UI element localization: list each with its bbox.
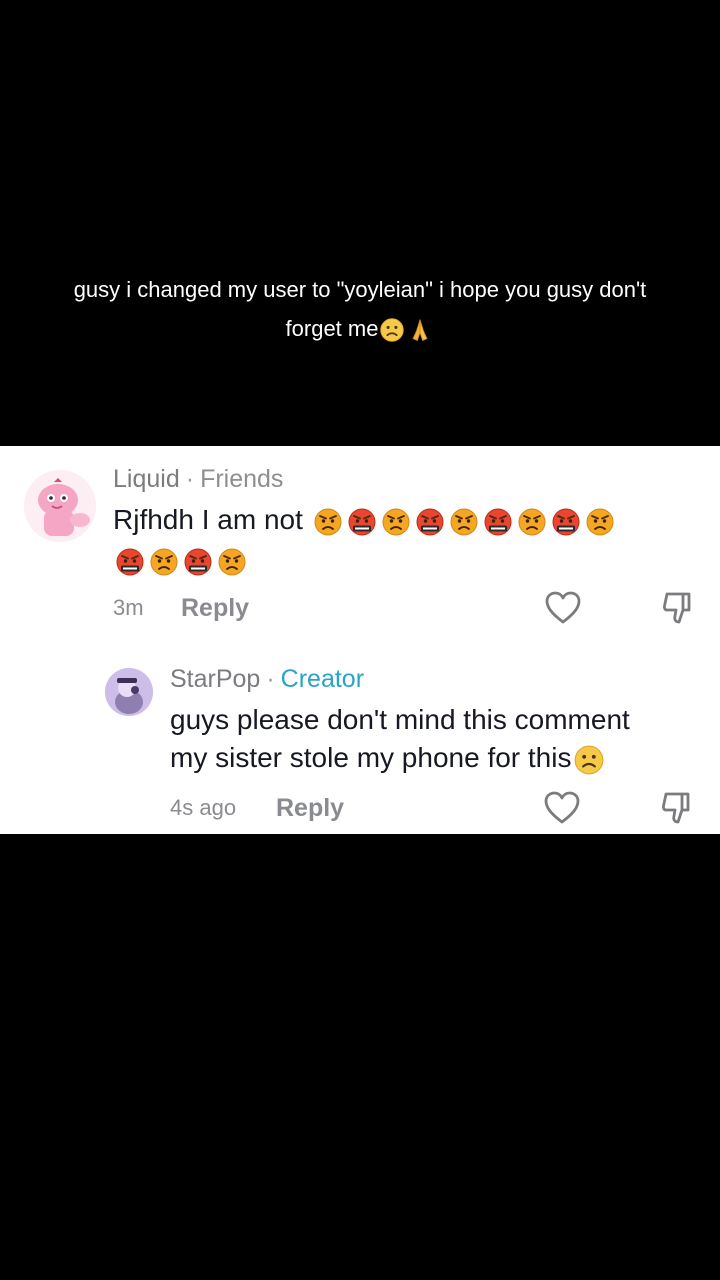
slightly-frowning-face-icon <box>575 745 604 775</box>
comment-2-username[interactable]: StarPop <box>170 665 260 693</box>
comment-1-body: Rjfhdh I am not <box>113 501 673 579</box>
cursing-face-icon <box>348 508 376 536</box>
cursing-face-icon <box>484 508 512 536</box>
comment-1-emojis-line2 <box>113 547 249 577</box>
comment-2-time: 4s ago <box>170 795 237 820</box>
cursing-face-icon <box>184 548 212 576</box>
comment-2-text-line2: my sister stole my phone for this <box>170 742 572 773</box>
comment-2-text-line2-wrap: my sister stole my phone for this <box>170 739 700 777</box>
comment-1-header: Liquid · Friends <box>113 464 283 494</box>
like-heart-icon[interactable] <box>543 588 583 628</box>
comment-1-text: Rjfhdh I am not <box>113 504 303 535</box>
folded-hands-icon <box>412 319 428 342</box>
caption-line-1: gusy i changed my user to "yoyleian" i h… <box>73 277 647 302</box>
caption-line-2-wrap: forget me <box>30 309 690 348</box>
comment-panel: Liquid · Friends Rjfhdh I am not 3m Reply <box>0 446 720 834</box>
separator-dot: · <box>185 465 195 493</box>
angry-face-icon <box>218 548 246 576</box>
app-screen: gusy i changed my user to "yoyleian" i h… <box>0 0 720 1280</box>
video-caption: gusy i changed my user to "yoyleian" i h… <box>30 270 690 348</box>
angry-face-icon <box>450 508 478 536</box>
comment-1-emojis-line1 <box>311 507 617 537</box>
comment-2-header: StarPop · Creator <box>170 664 364 694</box>
comment-2-body: guys please don't mind this comment my s… <box>170 701 700 777</box>
avatar-image <box>105 668 153 716</box>
cursing-face-icon <box>552 508 580 536</box>
caption-line-2: forget me <box>285 316 379 341</box>
comment-1-time: 3m <box>113 595 144 620</box>
separator-dot: · <box>266 665 275 693</box>
like-heart-icon[interactable] <box>542 788 582 828</box>
angry-face-icon <box>382 508 410 536</box>
angry-face-icon <box>150 548 178 576</box>
avatar-liquid[interactable] <box>24 470 96 542</box>
avatar-image <box>24 470 96 542</box>
comment-1-reply-button[interactable]: Reply <box>181 593 249 623</box>
angry-face-icon <box>314 508 342 536</box>
cursing-face-icon <box>116 548 144 576</box>
angry-face-icon <box>586 508 614 536</box>
angry-face-icon <box>518 508 546 536</box>
cursing-face-icon <box>416 508 444 536</box>
avatar-starpop[interactable] <box>105 668 153 716</box>
dislike-icon[interactable] <box>658 788 698 828</box>
comment-1-username[interactable]: Liquid <box>113 465 180 493</box>
comment-2-creator-tag: Creator <box>280 665 365 693</box>
slightly-frowning-face-icon <box>380 318 405 342</box>
comment-2-text-line1: guys please don't mind this comment <box>170 704 630 735</box>
comment-2-reply-button[interactable]: Reply <box>276 793 344 823</box>
dislike-icon[interactable] <box>659 588 699 628</box>
comment-1-tag: Friends <box>200 465 284 493</box>
